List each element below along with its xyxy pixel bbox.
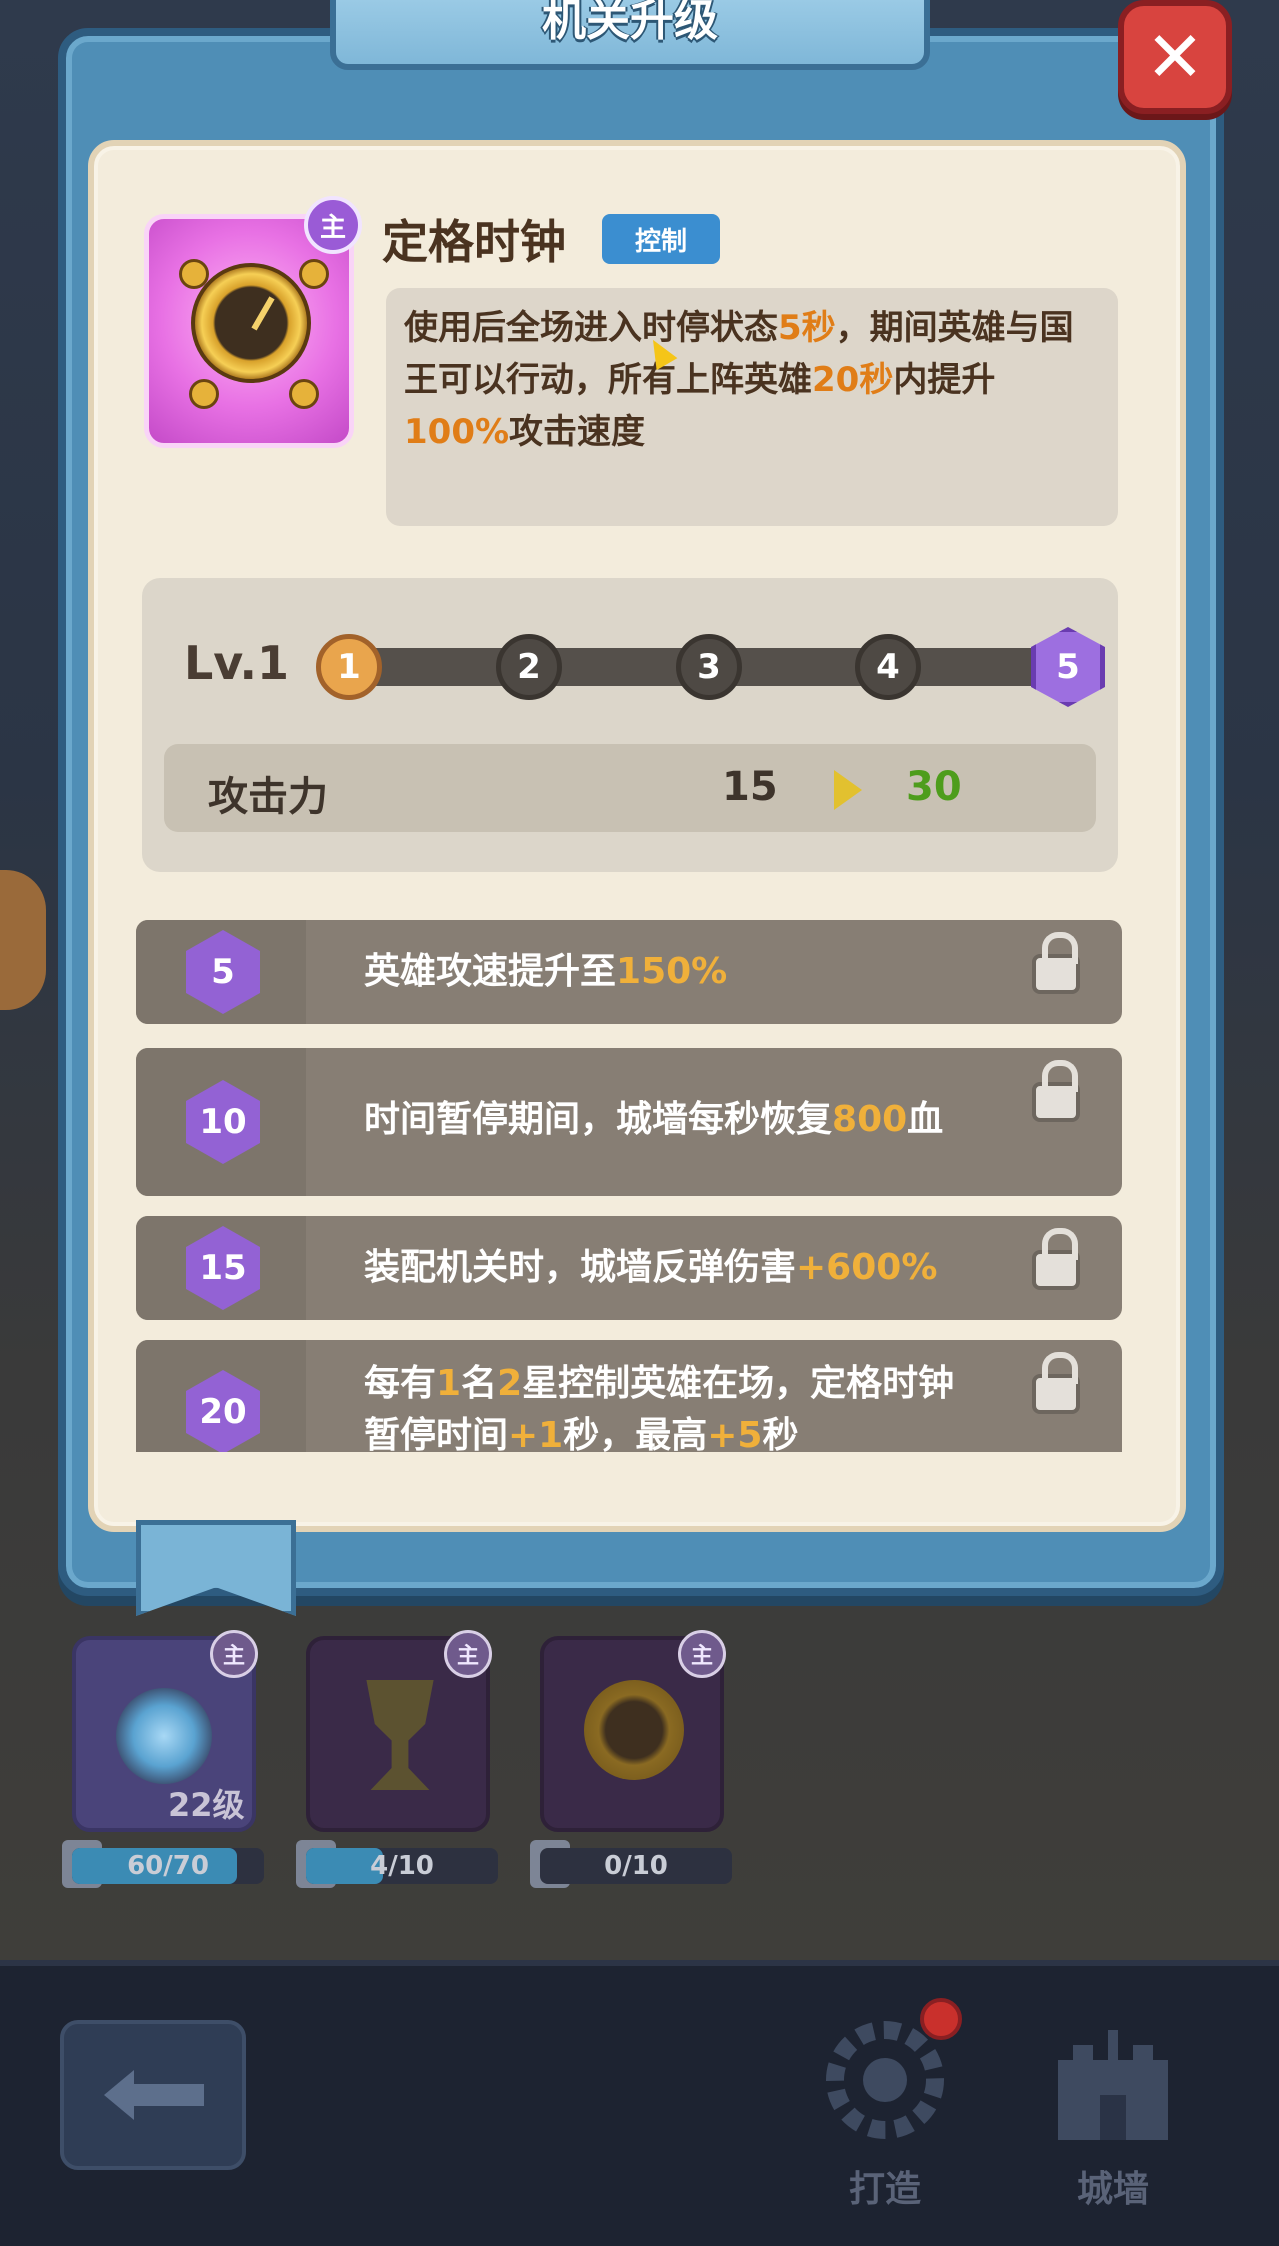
notification-dot <box>920 1998 962 2040</box>
cannon-icon <box>116 1688 212 1784</box>
slot-main-badge: 主 <box>678 1630 726 1678</box>
perk-text: 时间暂停期间，城墙每秒恢复800血 <box>364 1094 1024 1146</box>
perk-desc: 秒，最高 <box>563 1415 708 1452</box>
nav-wall[interactable]: 城墙 <box>1028 2010 1198 2210</box>
perk-desc: 秒 <box>762 1415 799 1452</box>
lock-icon <box>1032 1228 1080 1290</box>
modal-title-banner: 机关升级 <box>330 0 930 70</box>
back-arrow-icon <box>104 2070 204 2120</box>
desc-text: 内提升 <box>893 360 996 400</box>
clock-hand <box>251 296 275 331</box>
slot-level-text: 22级 <box>168 1786 245 1824</box>
progress-text: 60/70 <box>127 1851 209 1881</box>
nav-forge-label: 打造 <box>848 2169 921 2210</box>
main-badge: 主 <box>304 196 362 254</box>
desc-highlight: 100% <box>404 412 510 452</box>
perk-value: +1 <box>508 1415 564 1452</box>
item-description: 使用后全场进入时停状态5秒，期间英雄与国王可以行动，所有上阵英雄20秒内提升10… <box>386 288 1118 526</box>
close-icon: ✕ <box>1145 16 1205 98</box>
desc-text: 攻击速度 <box>509 412 646 452</box>
progress-text: 0/10 <box>604 1851 668 1881</box>
perk-value: 1 <box>436 1363 462 1404</box>
slot-progress-bar: 4/10 <box>306 1848 498 1884</box>
back-button[interactable] <box>60 2020 246 2170</box>
stat-next-value: 30 <box>906 764 962 810</box>
trophy-icon <box>366 1680 434 1790</box>
clock-icon <box>191 263 311 383</box>
clock-icon <box>584 1680 684 1780</box>
desc-text: 使用后全场进入时停状态 <box>404 308 778 348</box>
perk-desc: 英雄攻速提升至 <box>364 951 617 992</box>
perk-desc: 暂停时间 <box>364 1415 509 1452</box>
slot-progress-bar: 0/10 <box>540 1848 732 1884</box>
perk-desc: 名 <box>461 1363 498 1404</box>
stat-current-value: 15 <box>722 764 778 810</box>
stat-name: 攻击力 <box>208 774 328 820</box>
castle-icon <box>1058 2030 1168 2140</box>
perk-suffix: 血 <box>907 1099 944 1140</box>
clock-foot-right <box>289 379 319 409</box>
slot-main-badge: 主 <box>444 1630 492 1678</box>
lock-icon <box>1032 1352 1080 1414</box>
perk-value: 2 <box>497 1363 523 1404</box>
perk-desc: 装配机关时，城墙反弹伤害 <box>364 1247 797 1288</box>
perk-text: 每有1名2星控制英雄在场，定格时钟 暂停时间+1秒，最高+5秒 <box>364 1358 1024 1452</box>
progress-text: 4/10 <box>370 1851 434 1881</box>
perk-value: +5 <box>707 1415 763 1452</box>
close-button[interactable]: ✕ <box>1118 0 1232 114</box>
arrow-right-icon <box>834 770 862 810</box>
perk-value: +600% <box>796 1247 938 1288</box>
level-node-2[interactable]: 2 <box>496 634 562 700</box>
perk-row-10: 10 时间暂停期间，城墙每秒恢复800血 <box>136 1048 1122 1196</box>
side-hero-avatar[interactable] <box>0 870 46 1010</box>
perk-value: 150% <box>616 951 728 992</box>
perk-desc: 每有 <box>364 1363 437 1404</box>
level-node-1[interactable]: 1 <box>316 634 382 700</box>
nav-forge[interactable]: 打造 <box>800 2010 970 2210</box>
slot-main-badge: 主 <box>210 1630 258 1678</box>
perk-row-5: 5 英雄攻速提升至150% <box>136 920 1122 1024</box>
perk-desc: 时间暂停期间，城墙每秒恢复 <box>364 1099 833 1140</box>
perk-text: 英雄攻速提升至150% <box>364 946 1024 998</box>
clock-foot-left <box>189 379 219 409</box>
level-node-4[interactable]: 4 <box>855 634 921 700</box>
type-tag: 控制 <box>602 214 720 264</box>
clock-bell-right <box>299 259 329 289</box>
clock-bell-left <box>179 259 209 289</box>
slot-progress-bar: 60/70 <box>72 1848 264 1884</box>
perk-text: 装配机关时，城墙反弹伤害+600% <box>364 1242 1024 1294</box>
perk-value: 800 <box>832 1099 908 1140</box>
perk-row-20: 20 每有1名2星控制英雄在场，定格时钟 暂停时间+1秒，最高+5秒 <box>136 1340 1122 1452</box>
lock-icon <box>1032 1060 1080 1122</box>
level-label: Lv.1 <box>184 636 290 690</box>
desc-highlight: 5秒 <box>778 308 836 348</box>
perk-desc: 星控制英雄在场，定格时钟 <box>522 1363 955 1404</box>
lock-icon <box>1032 932 1080 994</box>
level-node-3[interactable]: 3 <box>676 634 742 700</box>
item-name: 定格时钟 <box>382 215 566 269</box>
perk-list[interactable]: 5 英雄攻速提升至150% 10 时间暂停期间，城墙每秒恢复800血 15 装配… <box>136 920 1122 1452</box>
modal-title: 机关升级 <box>542 0 718 46</box>
perk-row-15: 15 装配机关时，城墙反弹伤害+600% <box>136 1216 1122 1320</box>
desc-highlight: 20秒 <box>812 360 894 400</box>
nav-wall-label: 城墙 <box>1076 2169 1149 2210</box>
